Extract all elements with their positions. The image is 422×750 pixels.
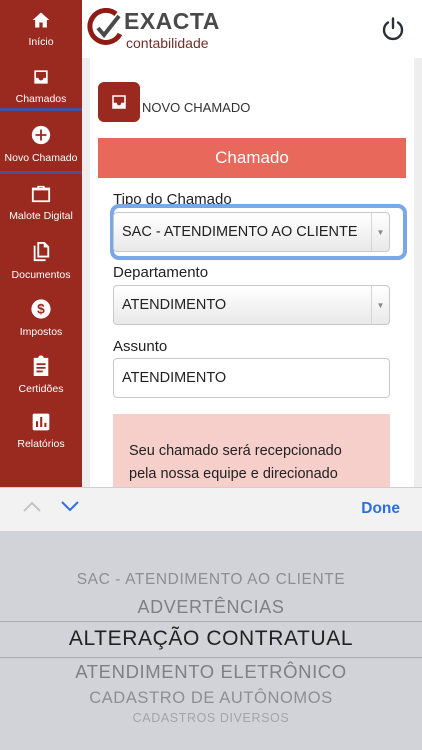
briefcase-icon — [30, 184, 52, 204]
sidebar-item-relatorios[interactable]: Relatórios — [0, 402, 82, 459]
picker-divider — [0, 621, 422, 622]
page-title: NOVO CHAMADO — [142, 100, 251, 115]
sidebar-item-label: Novo Chamado — [4, 152, 78, 164]
notice-line: pela nossa equipe e direcionado — [129, 466, 338, 482]
section-header: Chamado — [98, 138, 406, 178]
assunto-input[interactable]: ATENDIMENTO — [113, 358, 390, 398]
chart-icon — [31, 412, 51, 432]
power-icon[interactable] — [380, 16, 406, 47]
sidebar-item-label: Documentos — [11, 269, 71, 281]
departamento-value: ATENDIMENTO — [122, 297, 227, 313]
picker-option[interactable]: SAC - ATENDIMENTO AO CLIENTE — [0, 571, 422, 589]
sidebar-item-label: Impostos — [19, 326, 63, 338]
sidebar-active-top-divider — [0, 108, 82, 111]
sidebar-item-certidoes[interactable]: Certidões — [0, 345, 82, 402]
picker-option[interactable]: CADASTROS DIVERSOS — [0, 711, 422, 725]
tipo-chamado-value: SAC - ATENDIMENTO AO CLIENTE — [122, 224, 358, 240]
chevron-down-icon[interactable] — [60, 499, 80, 518]
chevron-down-icon: ▼ — [371, 213, 389, 251]
app-header: EXACTA contabilidade — [82, 0, 422, 58]
sidebar-item-impostos[interactable]: $ Impostos — [0, 288, 82, 345]
inbox-icon — [31, 67, 51, 87]
done-button[interactable]: Done — [361, 500, 400, 518]
notice-box: Seu chamado será recepcionado pela nossa… — [113, 414, 390, 494]
picker-option[interactable]: CADASTRO DE AUTÔNOMOS — [0, 689, 422, 708]
home-icon — [31, 10, 51, 30]
exacta-logo-icon — [86, 7, 126, 53]
svg-text:$: $ — [37, 302, 45, 317]
departamento-select[interactable]: ATENDIMENTO ▼ — [113, 285, 390, 325]
logo-subtitle: contabilidade — [126, 35, 209, 51]
assunto-value: ATENDIMENTO — [122, 370, 227, 386]
notice-line: Seu chamado será recepcionado — [129, 443, 342, 459]
main-content: NOVO CHAMADO Chamado Tipo do Chamado SAC… — [82, 58, 422, 494]
add-circle-icon — [30, 124, 52, 146]
documents-icon — [31, 241, 51, 263]
sidebar-item-malote-digital[interactable]: Malote Digital — [0, 174, 82, 231]
assunto-label: Assunto — [113, 338, 168, 355]
chevron-down-icon: ▼ — [371, 286, 389, 324]
sidebar-item-label: Início — [28, 36, 54, 48]
picker-divider — [0, 657, 422, 658]
picker-option[interactable]: ATENDIMENTO ELETRÔNICO — [0, 661, 422, 683]
sidebar-item-label: Certidões — [18, 383, 64, 395]
sidebar-item-label: Malote Digital — [9, 210, 73, 222]
picker-option-selected[interactable]: ALTERAÇÃO CONTRATUAL — [0, 627, 422, 651]
sidebar-item-label: Chamados — [15, 93, 67, 105]
sidebar-item-inicio[interactable]: Início — [0, 0, 82, 57]
picker-option[interactable]: ADVERTÊNCIAS — [0, 597, 422, 618]
option-picker[interactable]: SAC - ATENDIMENTO AO CLIENTE ADVERTÊNCIA… — [0, 531, 422, 750]
logo-title: EXACTA — [124, 8, 220, 34]
departamento-label: Departamento — [113, 264, 209, 281]
keyboard-toolbar: Done — [0, 487, 422, 531]
sidebar: Início Chamados Novo Chamado Malote Digi… — [0, 0, 82, 487]
sidebar-item-chamados[interactable]: Chamados — [0, 57, 82, 114]
dollar-icon: $ — [30, 298, 52, 320]
sidebar-item-label: Relatórios — [17, 438, 65, 450]
sidebar-item-novo-chamado[interactable]: Novo Chamado — [0, 114, 82, 171]
chevron-up-icon[interactable] — [22, 499, 42, 518]
form-card: NOVO CHAMADO Chamado Tipo do Chamado SAC… — [90, 58, 414, 494]
clipboard-icon — [31, 355, 51, 377]
page-inbox-icon — [98, 82, 140, 122]
sidebar-item-documentos[interactable]: Documentos — [0, 231, 82, 288]
tipo-chamado-select[interactable]: SAC - ATENDIMENTO AO CLIENTE ▼ — [113, 212, 390, 252]
